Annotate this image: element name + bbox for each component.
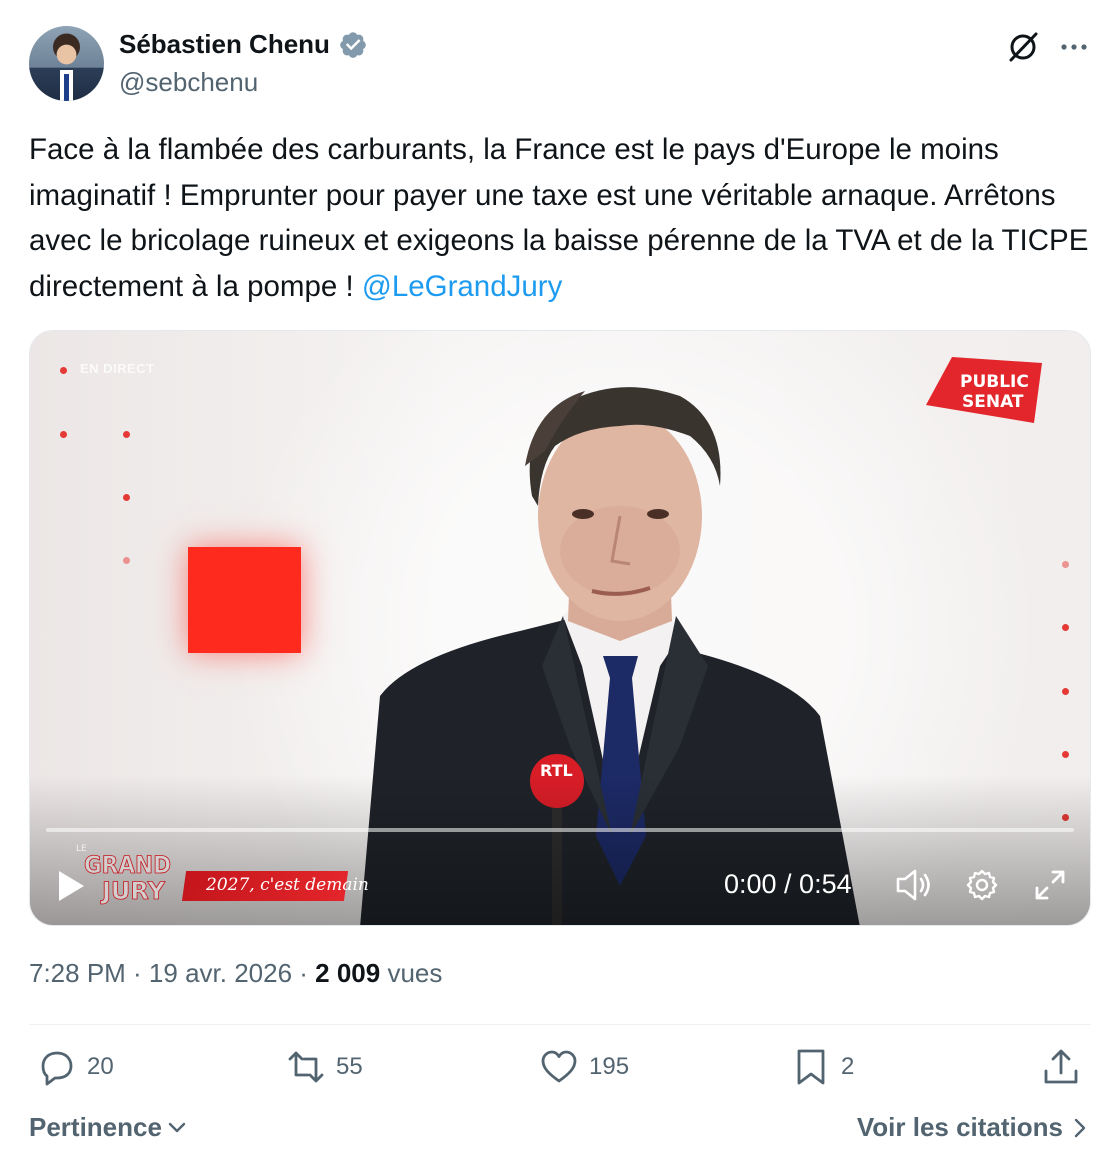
- view-quotes-link[interactable]: Voir les citations: [857, 1112, 1091, 1143]
- decor-dot: [1062, 561, 1069, 568]
- repost-icon: [288, 1051, 324, 1083]
- decor-dot: [123, 431, 130, 438]
- sort-dropdown[interactable]: Pertinence: [29, 1112, 188, 1143]
- tweet-timestamp[interactable]: 7:28 PM · 19 avr. 2026 ·: [29, 958, 315, 988]
- replies-toolbar: Pertinence Voir les citations: [29, 1112, 1091, 1152]
- tweet-header: Sébastien Chenu @sebchenu: [29, 26, 1091, 102]
- mention-link[interactable]: @LeGrandJury: [362, 270, 562, 303]
- avatar-tie: [64, 74, 69, 101]
- bookmark-count: 2: [841, 1053, 855, 1080]
- public-senat-line2: SENAT: [962, 392, 1024, 412]
- settings-gear-icon[interactable]: [965, 868, 999, 902]
- tweet-meta: 7:28 PM · 19 avr. 2026 · 2 009 vues: [29, 958, 442, 989]
- tweet-text: Face à la flambée des carburants, la Fra…: [29, 127, 1095, 309]
- share-icon: [1044, 1049, 1078, 1084]
- reply-button[interactable]: 20: [37, 1047, 114, 1087]
- author-handle[interactable]: @sebchenu: [119, 67, 258, 98]
- show-banner-text: 2027, c'est demain: [206, 875, 369, 895]
- decor-dot: [60, 431, 67, 438]
- decor-dot: [123, 494, 130, 501]
- views-label: vues: [380, 958, 443, 988]
- video-time: 0:00 / 0:54: [724, 869, 852, 899]
- public-senat-logo: PUBLIC SENAT: [926, 357, 1042, 423]
- verified-badge-icon: [340, 31, 366, 58]
- decor-dot: [1062, 751, 1069, 758]
- decor-dot: [123, 557, 130, 564]
- view-quotes-label: Voir les citations: [856, 1112, 1063, 1142]
- share-button[interactable]: [1041, 1047, 1081, 1087]
- grok-icon[interactable]: [1005, 29, 1041, 65]
- volume-icon[interactable]: [894, 867, 934, 903]
- author-name-row[interactable]: Sébastien Chenu: [119, 29, 368, 60]
- decor-dot: [60, 367, 67, 374]
- reply-count: 20: [87, 1053, 114, 1080]
- chevron-right-icon: [1074, 1118, 1086, 1137]
- video-progress-bar[interactable]: [46, 828, 1074, 832]
- grand-jury-logo-line2: JURY: [100, 877, 166, 905]
- more-options-icon[interactable]: [1057, 30, 1091, 64]
- action-bar: 20 55 195 2: [29, 1047, 1091, 1097]
- repost-count: 55: [336, 1053, 363, 1080]
- avatar[interactable]: [29, 26, 104, 101]
- video-player[interactable]: EN DIRECT PUBLIC SENAT RTL LE GRAND JURY…: [29, 330, 1091, 926]
- public-senat-line1: PUBLIC: [960, 372, 1029, 392]
- like-button[interactable]: 195: [539, 1047, 629, 1087]
- decor-dot: [1062, 688, 1069, 695]
- view-count: 2 009: [315, 958, 381, 988]
- play-icon[interactable]: [56, 869, 86, 903]
- heart-icon: [541, 1050, 577, 1083]
- sort-label: Pertinence: [29, 1112, 162, 1142]
- decor-dot: [1062, 624, 1069, 631]
- reply-icon: [41, 1051, 73, 1086]
- live-label: EN DIRECT: [80, 361, 155, 376]
- repost-button[interactable]: 55: [286, 1047, 363, 1087]
- chevron-down-icon: [168, 1122, 186, 1132]
- divider: [29, 1024, 1091, 1025]
- grand-jury-logo-line1: GRAND: [84, 851, 171, 879]
- bookmark-icon: [797, 1049, 825, 1085]
- author-name[interactable]: Sébastien Chenu: [119, 29, 330, 60]
- like-count: 195: [589, 1053, 630, 1080]
- fullscreen-icon[interactable]: [1034, 869, 1066, 901]
- decor-red-square: [188, 547, 301, 653]
- bookmark-button[interactable]: 2: [791, 1047, 854, 1087]
